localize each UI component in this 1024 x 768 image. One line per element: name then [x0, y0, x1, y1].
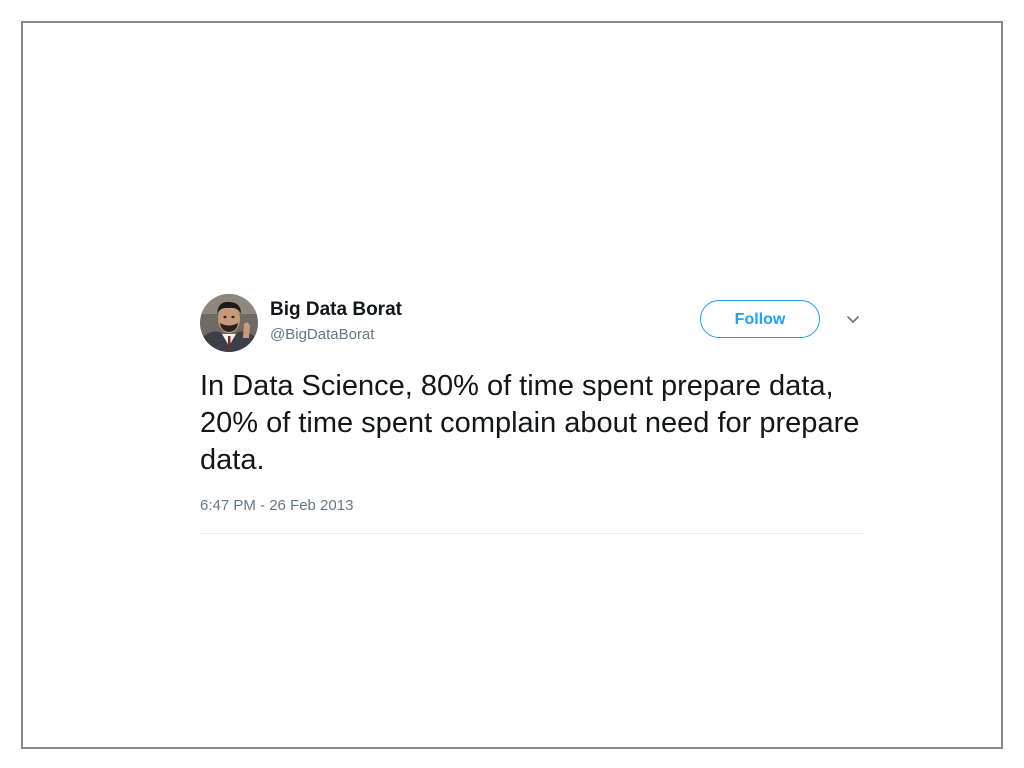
- divider: [200, 533, 864, 534]
- profile-photo-icon: [200, 294, 258, 352]
- author-handle[interactable]: @BigDataBorat: [270, 326, 374, 343]
- chevron-down-icon[interactable]: [845, 311, 861, 327]
- slide-frame: Big Data Borat @BigDataBorat Follow In D…: [21, 21, 1003, 749]
- tweet-timestamp[interactable]: 6:47 PM - 26 Feb 2013: [200, 497, 353, 514]
- author-display-name[interactable]: Big Data Borat: [270, 299, 402, 321]
- tweet-card: Big Data Borat @BigDataBorat Follow In D…: [200, 293, 864, 538]
- tweet-text: In Data Science, 80% of time spent prepa…: [200, 370, 860, 476]
- follow-button[interactable]: Follow: [700, 300, 820, 338]
- avatar[interactable]: [200, 294, 258, 352]
